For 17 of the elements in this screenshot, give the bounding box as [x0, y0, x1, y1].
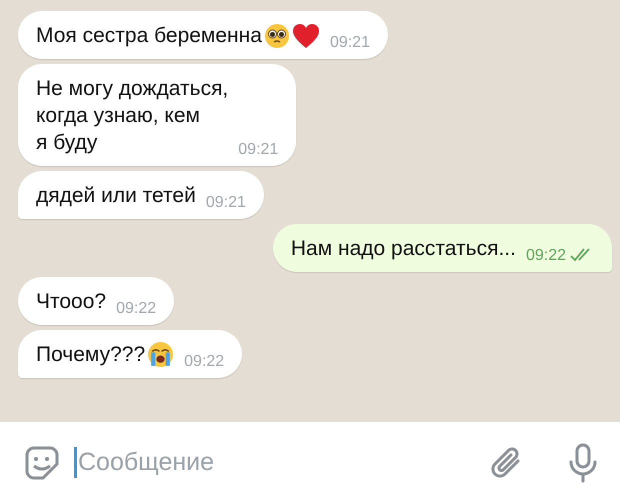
message-time: 09:22 [526, 247, 566, 265]
message-time: 09:22 [184, 353, 224, 371]
message-text: Чтооо? [36, 289, 106, 315]
message-time: 09:22 [116, 300, 156, 318]
heart-icon [292, 22, 320, 48]
pleading-face-icon [264, 22, 290, 48]
message-time: 09:21 [206, 194, 246, 212]
message-text: Не могу дождаться, когда узнаю, кем я буду [36, 76, 228, 156]
crying-face-icon [147, 341, 174, 368]
sticker-icon[interactable] [24, 444, 60, 480]
message-time: 09:21 [330, 34, 370, 52]
message-text: Нам надо расстаться... [290, 236, 516, 262]
message-text: Почему??? [36, 342, 146, 368]
message-time: 09:21 [238, 141, 278, 159]
microphone-icon[interactable] [568, 442, 598, 482]
message-text: Моя сестра беременна [36, 23, 262, 49]
message-text: дядей или тетей [36, 183, 196, 209]
